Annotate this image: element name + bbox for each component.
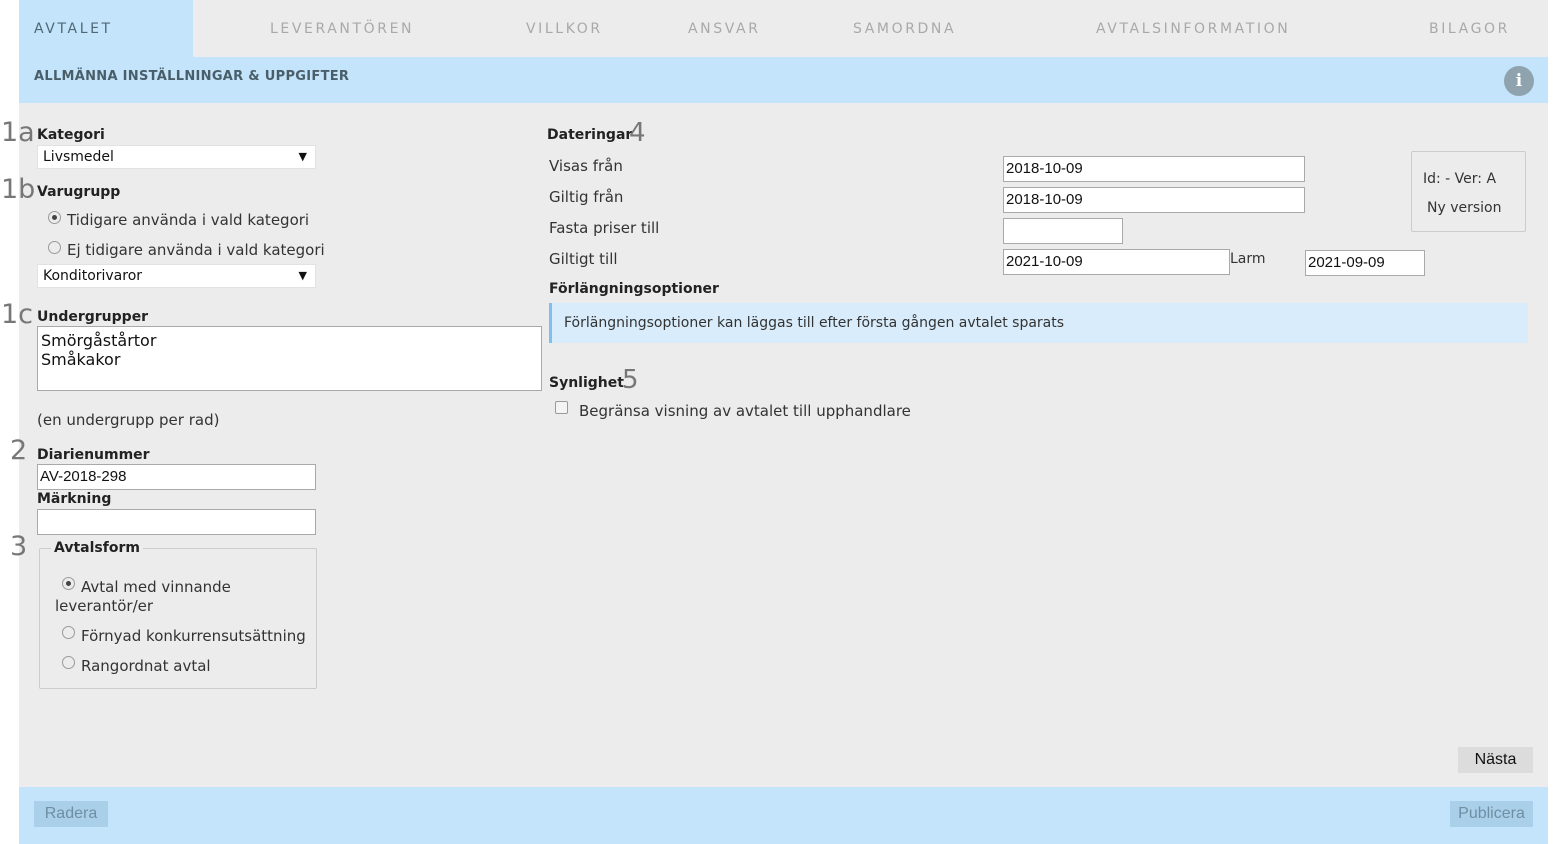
tab-bar: AVTALET LEVERANTÖREN VILLKOR ANSVAR SAMO… [19, 0, 1548, 57]
tab-samordna[interactable]: SAMORDNA [853, 0, 956, 57]
ny-version-link[interactable]: Ny version [1427, 200, 1501, 216]
id-version-text: Id: - Ver: A [1423, 171, 1497, 187]
section-title: ALLMÄNNA INSTÄLLNINGAR & UPPGIFTER [34, 69, 350, 84]
dropdown-arrow-icon: ▼ [298, 150, 307, 163]
step-number-1b: 1b [1, 174, 36, 205]
step-number-3: 3 [10, 531, 28, 562]
begransa-visning-label: Begränsa visning av avtalet till upphand… [579, 402, 911, 420]
step-number-1a: 1a [1, 117, 35, 148]
next-button[interactable]: Nästa [1458, 747, 1533, 773]
giltig-fran-input[interactable]: 2018-10-09 [1003, 187, 1305, 213]
varugrupp-select[interactable]: Konditorivaror ▼ [37, 264, 316, 288]
varugrupp-value: Konditorivaror [43, 268, 143, 284]
tab-avtalet[interactable]: AVTALET [19, 0, 193, 57]
kategori-select[interactable]: Livsmedel ▼ [37, 145, 316, 169]
section-header: ALLMÄNNA INSTÄLLNINGAR & UPPGIFTER i [19, 57, 1548, 103]
giltigt-till-label: Giltigt till [549, 250, 618, 268]
dateringar-label: Dateringar [547, 127, 633, 143]
tab-ansvar[interactable]: ANSVAR [688, 0, 761, 57]
undergrupp-line: Småkakor [41, 350, 121, 369]
forlangning-label: Förlängningsoptioner [549, 281, 719, 297]
fasta-priser-label: Fasta priser till [549, 219, 660, 237]
diarienummer-input[interactable]: AV-2018-298 [37, 464, 316, 490]
tab-avtalsinformation[interactable]: AVTALSINFORMATION [1096, 0, 1290, 57]
varugrupp-option-ej-tidigare: Ej tidigare använda i vald kategori [67, 241, 325, 259]
markning-input[interactable] [37, 509, 316, 535]
dropdown-arrow-icon: ▼ [298, 269, 307, 282]
tab-villkor[interactable]: VILLKOR [526, 0, 603, 57]
varugrupp-label: Varugrupp [37, 184, 121, 200]
footer-bar: Radera Publicera [19, 787, 1548, 844]
avtalsform-radio-rangordnat[interactable] [62, 656, 75, 669]
avtalsform-legend: Avtalsform [51, 540, 143, 556]
visas-fran-input[interactable]: 2018-10-09 [1003, 156, 1305, 182]
undergrupp-line: Smörgåstårtor [41, 331, 157, 350]
info-icon[interactable]: i [1504, 66, 1534, 96]
fasta-priser-input[interactable] [1003, 218, 1123, 244]
markning-label: Märkning [37, 491, 112, 507]
kategori-label: Kategori [37, 127, 105, 143]
delete-button[interactable]: Radera [34, 801, 108, 827]
avtalsform-option-vinnande-line2: leverantör/er [55, 597, 154, 615]
varugrupp-option-tidigare: Tidigare använda i vald kategori [67, 211, 310, 229]
avtalsform-radio-vinnande[interactable] [62, 577, 75, 590]
varugrupp-radio-tidigare[interactable] [48, 211, 61, 224]
step-number-2: 2 [10, 435, 28, 466]
larm-input[interactable]: 2021-09-09 [1305, 250, 1425, 276]
kategori-value: Livsmedel [43, 149, 114, 165]
avtalsform-option-rangordnat: Rangordnat avtal [81, 657, 211, 675]
begransa-visning-checkbox[interactable] [555, 401, 568, 414]
step-number-4: 4 [629, 118, 646, 148]
publish-button[interactable]: Publicera [1450, 801, 1533, 827]
tab-leverantoren[interactable]: LEVERANTÖREN [270, 0, 414, 57]
giltigt-till-input[interactable]: 2021-10-09 [1003, 249, 1230, 275]
forlangning-info-message: Förlängningsoptioner kan läggas till eft… [549, 303, 1528, 343]
app-frame: AVTALET LEVERANTÖREN VILLKOR ANSVAR SAMO… [1, 0, 1548, 844]
avtalsform-radio-fornyad[interactable] [62, 626, 75, 639]
visas-fran-label: Visas från [549, 157, 623, 175]
version-box: Id: - Ver: A Ny version [1411, 151, 1526, 232]
diarienummer-label: Diarienummer [37, 447, 150, 463]
tab-bilagor[interactable]: BILAGOR [1429, 0, 1510, 57]
giltig-fran-label: Giltig från [549, 188, 624, 206]
undergrupper-textarea[interactable]: Smörgåstårtor Småkakor [37, 326, 542, 391]
avtalsform-option-vinnande: Avtal med vinnande [81, 578, 231, 596]
step-number-5: 5 [622, 365, 639, 395]
larm-label: Larm [1230, 251, 1266, 267]
undergrupper-label: Undergrupper [37, 309, 149, 325]
forlangning-message-text: Förlängningsoptioner kan läggas till eft… [564, 315, 1065, 331]
avtalsform-option-fornyad: Förnyad konkurrensutsättning [81, 627, 306, 645]
step-number-1c: 1c [1, 299, 34, 330]
undergrupper-hint: (en undergrupp per rad) [37, 411, 220, 429]
varugrupp-radio-ej-tidigare[interactable] [48, 241, 61, 254]
synlighet-label: Synlighet [549, 375, 624, 391]
